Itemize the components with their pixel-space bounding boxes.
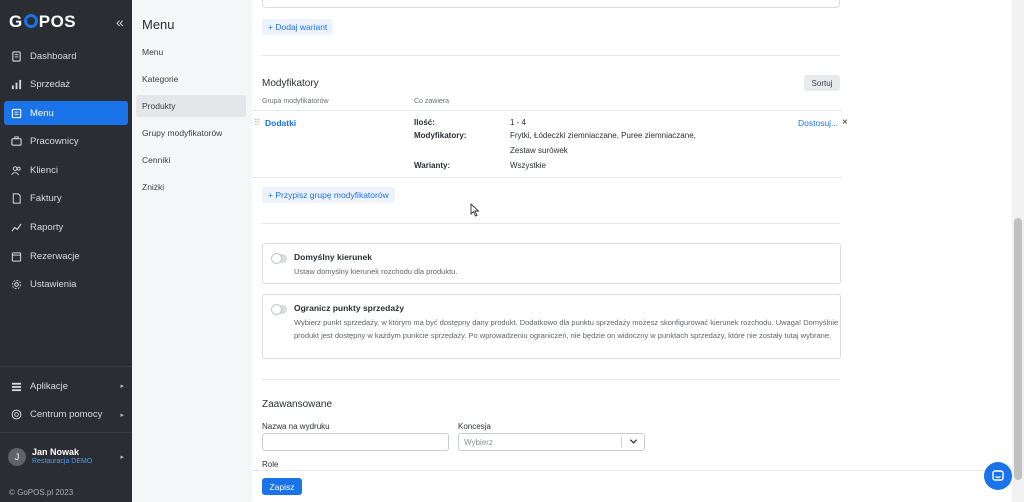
chevron-right-icon: ▸ (120, 454, 124, 461)
main-nav: Dashboard Sprzedaż Menu Pracownicy Klien… (4, 44, 128, 301)
employees-icon (10, 136, 22, 148)
dashboard-icon (10, 50, 22, 62)
close-icon[interactable]: × (842, 117, 848, 128)
user-profile[interactable]: J Jan Nowak Restauracja DEMO ▸ (8, 447, 128, 471)
variants-value: Wszystkie (510, 161, 546, 170)
chevron-right-icon: ▸ (120, 411, 124, 419)
nav-label: Aplikacje (30, 380, 69, 392)
limit-points-card: Ogranicz punkty sprzedaży Wybierz punkt … (262, 294, 841, 359)
collapse-sidebar-icon[interactable]: « (116, 14, 124, 30)
bottom-nav: Aplikacje ▸ Centrum pomocy ▸ (4, 374, 128, 431)
copyright: © GoPOS.pl 2023 (9, 488, 74, 497)
chat-button[interactable] (984, 462, 1012, 490)
nav-label: Ustawienia (30, 279, 77, 291)
modifiers-label: Modyfikatory: (414, 131, 467, 140)
nav-item-employees[interactable]: Pracownicy (4, 130, 128, 154)
invoices-icon (10, 193, 22, 205)
menu-icon (10, 107, 22, 119)
scrollbar[interactable] (1012, 0, 1024, 502)
add-variant-button[interactable]: + Dodaj wariant (262, 19, 334, 35)
sort-button[interactable]: Sortuj (804, 75, 840, 91)
gopos-logo[interactable]: G POS (9, 12, 76, 32)
nav-item-dashboard[interactable]: Dashboard (4, 44, 128, 68)
nav-item-reports[interactable]: Raporty (4, 216, 128, 240)
limit-points-toggle[interactable] (271, 304, 287, 315)
sidebar-divider (0, 432, 132, 433)
sidebar: G POS « Dashboard Sprzedaż Menu Pracownic… (0, 0, 132, 502)
apps-icon (10, 380, 22, 392)
drag-handle-icon[interactable]: ⠿ (254, 119, 260, 127)
concession-select[interactable]: Wybierz (458, 433, 645, 451)
nav-label: Rezerwacje (30, 250, 80, 262)
default-direction-toggle[interactable] (271, 253, 287, 264)
sales-icon (10, 79, 22, 91)
nav-item-apps[interactable]: Aplikacje ▸ (4, 374, 128, 398)
scrollbar-thumb[interactable] (1014, 218, 1022, 480)
select-separator (621, 437, 622, 447)
divider (262, 55, 840, 56)
nav-label: Raporty (30, 222, 64, 234)
modifiers-value: Zestaw surówek (510, 146, 568, 155)
nav-label: Centrum pomocy (30, 409, 103, 421)
nav-item-menu[interactable]: Menu (4, 101, 128, 126)
app: G POS « Dashboard Sprzedaż Menu Pracownic… (0, 0, 1024, 502)
print-name-label: Nazwa na wydruku (262, 422, 330, 431)
nav-label: Dashboard (30, 50, 77, 62)
nav-item-invoices[interactable]: Faktury (4, 187, 128, 211)
role-label: Role (262, 460, 279, 469)
nav-item-sales[interactable]: Sprzedaż (4, 73, 128, 97)
nav-label: Faktury (30, 193, 62, 205)
mouse-cursor-icon (470, 203, 480, 217)
table-row: ⠿ Dodatki Ilość: 1 - 4 Modyfikatory: Fry… (252, 110, 848, 178)
nav-label: Klienci (30, 164, 58, 176)
reports-icon (10, 222, 22, 234)
column-header-group: Grupa modyfikatorów (262, 98, 329, 105)
variants-label: Warianty: (414, 161, 451, 170)
sidebar-divider (0, 366, 132, 367)
option-description: Wybierz punkt sprzedaży, w którym ma być… (294, 318, 839, 340)
submenu: Menu Menu Kategorie Produkty Grupy modyf… (132, 0, 252, 502)
nav-item-reservations[interactable]: Rezerwacje (4, 244, 128, 268)
save-button[interactable]: Zapisz (262, 478, 302, 495)
chevron-right-icon: ▸ (120, 383, 124, 390)
modifiers-value: Frytki, Łódeczki ziemniaczane, Puree zie… (510, 131, 696, 140)
nav-label: Sprzedaż (30, 79, 71, 91)
default-direction-card: Domyślny kierunek Ustaw domyślny kierune… (262, 243, 841, 284)
reservations-icon (10, 250, 22, 262)
modifiers-title: Modyfikatory (262, 78, 319, 89)
option-description: Ustaw domyślny kierunek rozchodu dla pro… (294, 267, 458, 276)
user-name: Jan Nowak (32, 447, 80, 457)
main-content: + Dodaj wariant Modyfikatory Sortuj Grup… (252, 0, 1012, 502)
submenu-title: Menu (142, 17, 175, 32)
nav-label: Menu (30, 107, 54, 119)
save-footer (252, 470, 1012, 502)
qty-value: 1 - 4 (510, 118, 527, 127)
modifier-group-link[interactable]: Dodatki (265, 118, 296, 128)
divider (262, 223, 840, 224)
chat-icon (992, 470, 1004, 481)
nav-item-settings[interactable]: Ustawienia (4, 273, 128, 297)
concession-placeholder: Wybierz (464, 437, 493, 447)
assign-modifier-group-button[interactable]: + Przypisz grupę modyfikatorów (262, 187, 395, 203)
chevron-down-icon (629, 439, 638, 444)
print-name-input[interactable] (262, 433, 449, 451)
divider (262, 379, 840, 380)
advanced-title: Zaawansowane (262, 399, 333, 410)
user-organization: Restauracja DEMO (32, 458, 93, 465)
help-icon (10, 409, 22, 421)
nav-label: Pracownicy (30, 136, 79, 148)
column-header-contains: Co zawiera (414, 98, 450, 105)
option-title: Domyślny kierunek (294, 252, 372, 262)
avatar: J (8, 448, 26, 466)
customize-link[interactable]: Dostosuj... (798, 118, 838, 128)
clients-icon (10, 164, 22, 176)
concession-label: Koncesja (458, 422, 491, 431)
submenu-item-products[interactable]: Produkty (136, 95, 246, 117)
settings-icon (10, 279, 22, 291)
nav-item-clients[interactable]: Klienci (4, 158, 128, 182)
option-title: Ogranicz punkty sprzedaży (294, 303, 405, 313)
nav-item-help[interactable]: Centrum pomocy ▸ (4, 403, 128, 427)
qty-label: Ilość: (414, 118, 435, 127)
variants-card-bottom (262, 0, 840, 8)
